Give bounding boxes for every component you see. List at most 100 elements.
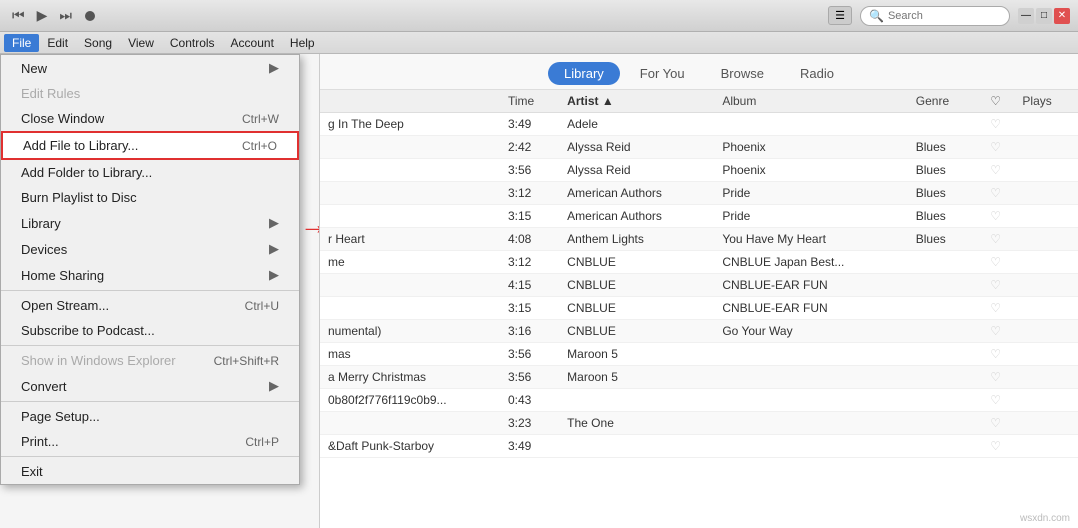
col-artist[interactable]: Artist ▲ [559,90,714,113]
progress-knob[interactable] [85,11,95,21]
forward-button[interactable]: ⏭ [55,5,76,26]
title-bar: ⏮ ▶ ⏭ ☰ 🔍 — □ ✕ [0,0,1078,32]
menu-burn-playlist[interactable]: Burn Playlist to Disc [1,185,299,210]
table-row[interactable]: mas 3:56 Maroon 5 ♡ [320,343,1078,366]
menu-add-file[interactable]: Add File to Library... Ctrl+O [1,131,299,160]
tab-for-you[interactable]: For You [624,62,701,85]
table-row[interactable]: numental) 3:16 CNBLUE Go Your Way ♡ [320,320,1078,343]
cell-album [714,435,907,458]
cell-album: Phoenix [714,136,907,159]
cell-genre: Blues [908,228,977,251]
col-plays[interactable]: Plays [1014,90,1078,113]
tab-radio[interactable]: Radio [784,62,850,85]
table-row[interactable]: 3:15 CNBLUE CNBLUE-EAR FUN ♡ [320,297,1078,320]
col-heart[interactable]: ♡ [977,90,1015,113]
menu-home-sharing[interactable]: Home Sharing ▶ [1,262,299,288]
cell-title: numental) [320,320,500,343]
menu-open-stream-label: Open Stream... [21,298,109,313]
menu-close-window[interactable]: Close Window Ctrl+W [1,106,299,131]
menu-edit-rules-label: Edit Rules [21,86,80,101]
cell-plays [1014,159,1078,182]
cell-artist: Anthem Lights [559,228,714,251]
table-row[interactable]: 2:42 Alyssa Reid Phoenix Blues ♡ [320,136,1078,159]
menu-account[interactable]: Account [223,34,282,52]
table-row[interactable]: 3:56 Alyssa Reid Phoenix Blues ♡ [320,159,1078,182]
menu-page-setup[interactable]: Page Setup... [1,404,299,429]
menu-exit[interactable]: Exit [1,459,299,484]
menu-song[interactable]: Song [76,34,120,52]
cell-genre [908,113,977,136]
menu-print[interactable]: Print... Ctrl+P [1,429,299,454]
tab-browse[interactable]: Browse [705,62,780,85]
cell-artist: CNBLUE [559,297,714,320]
cell-heart: ♡ [977,182,1015,205]
menu-view[interactable]: View [120,34,162,52]
tab-library[interactable]: Library [548,62,620,85]
search-icon: 🔍 [869,9,884,23]
table-row[interactable]: me 3:12 CNBLUE CNBLUE Japan Best... ♡ [320,251,1078,274]
menu-devices[interactable]: Devices ▶ [1,236,299,262]
maximize-button[interactable]: □ [1036,8,1052,24]
menu-subscribe-podcast[interactable]: Subscribe to Podcast... [1,318,299,343]
table-row[interactable]: 3:23 The One ♡ [320,412,1078,435]
menu-edit-rules: Edit Rules [1,81,299,106]
col-genre[interactable]: Genre [908,90,977,113]
cell-time: 3:15 [500,297,559,320]
cell-heart: ♡ [977,343,1015,366]
separator-3 [1,401,299,402]
cell-heart: ♡ [977,274,1015,297]
col-time[interactable]: Time [500,90,559,113]
menu-new[interactable]: New ▶ [1,55,299,81]
menu-controls[interactable]: Controls [162,34,223,52]
close-button[interactable]: ✕ [1054,8,1070,24]
table-row[interactable]: r Heart 4:08 Anthem Lights You Have My H… [320,228,1078,251]
cell-title: 0b80f2f776f119c0b9... [320,389,500,412]
minimize-button[interactable]: — [1018,8,1034,24]
cell-time: 2:42 [500,136,559,159]
menu-show-explorer: Show in Windows Explorer Ctrl+Shift+R [1,348,299,373]
table-row[interactable]: &Daft Punk-Starboy 3:49 ♡ [320,435,1078,458]
menu-open-stream[interactable]: Open Stream... Ctrl+U [1,293,299,318]
menu-library[interactable]: Library ▶ [1,210,299,236]
tabs-bar: Library For You Browse Radio [320,54,1078,90]
cell-genre: Blues [908,182,977,205]
cell-album [714,343,907,366]
music-table-container[interactable]: Time Artist ▲ Album Genre ♡ Plays g In T… [320,90,1078,528]
title-bar-right: ☰ 🔍 — □ ✕ [828,6,1070,26]
cell-time: 4:15 [500,274,559,297]
table-row[interactable]: a Merry Christmas 3:56 Maroon 5 ♡ [320,366,1078,389]
search-input[interactable] [888,10,1001,22]
cell-album: CNBLUE-EAR FUN [714,274,907,297]
view-toggle-button[interactable]: ☰ [828,6,852,25]
col-album[interactable]: Album [714,90,907,113]
cell-title: me [320,251,500,274]
convert-arrow: ▶ [269,378,279,394]
cell-heart: ♡ [977,435,1015,458]
play-button[interactable]: ▶ [33,5,52,26]
menu-convert[interactable]: Convert ▶ [1,373,299,399]
table-row[interactable]: 0b80f2f776f119c0b9... 0:43 ♡ [320,389,1078,412]
table-row[interactable]: 4:15 CNBLUE CNBLUE-EAR FUN ♡ [320,274,1078,297]
table-row[interactable]: 3:15 American Authors Pride Blues ♡ [320,205,1078,228]
cell-genre: Blues [908,136,977,159]
menu-subscribe-podcast-label: Subscribe to Podcast... [21,323,155,338]
table-row[interactable]: g In The Deep 3:49 Adele ♡ [320,113,1078,136]
rewind-button[interactable]: ⏮ [8,5,29,26]
cell-album: Phoenix [714,159,907,182]
table-row[interactable]: 3:12 American Authors Pride Blues ♡ [320,182,1078,205]
menu-file[interactable]: File [4,34,39,52]
cell-album [714,412,907,435]
menu-edit[interactable]: Edit [39,34,76,52]
cell-time: 3:23 [500,412,559,435]
menu-convert-label: Convert [21,379,67,394]
cell-plays [1014,435,1078,458]
music-table: Time Artist ▲ Album Genre ♡ Plays g In T… [320,90,1078,458]
menu-help[interactable]: Help [282,34,323,52]
cell-artist: Alyssa Reid [559,136,714,159]
devices-arrow: ▶ [269,241,279,257]
show-explorer-shortcut: Ctrl+Shift+R [214,354,279,368]
cell-artist: Maroon 5 [559,343,714,366]
cell-heart: ♡ [977,205,1015,228]
menu-add-folder[interactable]: Add Folder to Library... [1,160,299,185]
col-title[interactable] [320,90,500,113]
